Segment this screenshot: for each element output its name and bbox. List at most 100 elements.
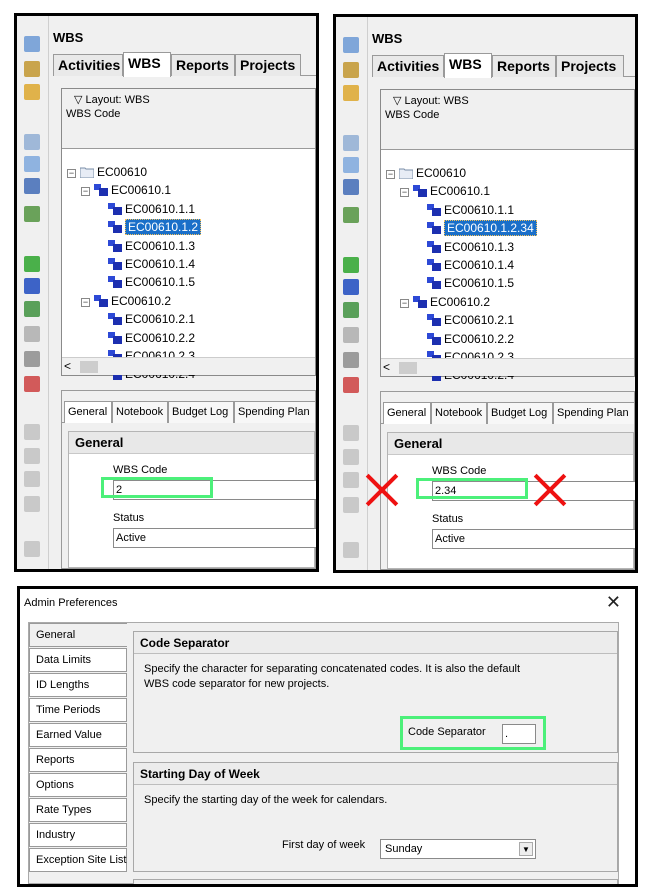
- tree-node[interactable]: EC00610.2.1: [427, 313, 514, 331]
- toolbar-icon[interactable]: [24, 278, 40, 294]
- collapse-icon[interactable]: −: [400, 298, 409, 308]
- nav-item[interactable]: Earned Value: [29, 723, 127, 747]
- tab-general[interactable]: General: [383, 402, 431, 424]
- toolbar-icon[interactable]: [343, 62, 359, 78]
- tree-node[interactable]: EC00610.1.5: [108, 275, 195, 293]
- tree-node[interactable]: EC00610.1.1: [427, 203, 514, 221]
- collapse-icon[interactable]: −: [81, 297, 90, 307]
- tab-general[interactable]: General: [64, 401, 112, 423]
- toolbar-icon[interactable]: [24, 36, 40, 52]
- close-icon[interactable]: ✕: [606, 592, 621, 613]
- tab-notebook[interactable]: Notebook: [112, 401, 168, 423]
- tree-node[interactable]: EC00610.1.1: [108, 202, 195, 220]
- dropdown-arrow-icon[interactable]: ▼: [519, 842, 533, 856]
- toolbar-icon[interactable]: [24, 178, 40, 194]
- horizontal-scrollbar[interactable]: <: [381, 358, 634, 376]
- toolbar-icon[interactable]: [343, 497, 359, 513]
- nav-item[interactable]: Options: [29, 773, 127, 797]
- toolbar-icon[interactable]: [24, 496, 40, 512]
- scroll-left-icon[interactable]: <: [64, 359, 71, 373]
- nav-item[interactable]: Rate Types: [29, 798, 127, 822]
- toolbar-icon[interactable]: [343, 542, 359, 558]
- toolbar-icon[interactable]: [24, 351, 40, 367]
- tree-node[interactable]: EC00610.1.4: [427, 258, 514, 276]
- tree-node[interactable]: EC00610.1: [94, 183, 171, 201]
- tab-spending-plan[interactable]: Spending Plan: [234, 401, 316, 423]
- tree-node[interactable]: EC00610.1.2: [108, 219, 202, 238]
- nav-item[interactable]: Data Limits: [29, 648, 127, 672]
- collapse-icon[interactable]: −: [400, 188, 409, 198]
- status-field[interactable]: Active: [432, 529, 635, 549]
- toolbar-icon[interactable]: [24, 84, 40, 100]
- toolbar-icon[interactable]: [24, 134, 40, 150]
- toolbar-icon[interactable]: [343, 472, 359, 488]
- status-field[interactable]: Active: [113, 528, 316, 548]
- tree-node[interactable]: EC00610.2: [94, 294, 171, 312]
- collapse-icon[interactable]: −: [386, 170, 395, 179]
- toolbar-icon[interactable]: [343, 302, 359, 318]
- toolbar-icon[interactable]: [24, 471, 40, 487]
- tree-node[interactable]: EC00610.2: [413, 295, 490, 313]
- tab-wbs[interactable]: WBS: [444, 53, 492, 78]
- horizontal-scrollbar[interactable]: <: [62, 357, 315, 375]
- toolbar-icon[interactable]: [24, 61, 40, 77]
- tab-budget-log[interactable]: Budget Log: [487, 402, 553, 424]
- nav-item[interactable]: Time Periods: [29, 698, 127, 722]
- nav-item[interactable]: General: [29, 623, 127, 647]
- tab-wbs[interactable]: WBS: [123, 52, 171, 77]
- nav-item[interactable]: Exception Site List: [29, 848, 127, 872]
- toolbar-icon[interactable]: [24, 156, 40, 172]
- layout-selector[interactable]: ▽ Layout: WBS: [66, 93, 315, 106]
- toolbar-icon[interactable]: [24, 541, 40, 557]
- toolbar-icon[interactable]: [343, 327, 359, 343]
- tree-node[interactable]: EC00610: [79, 165, 147, 183]
- tree-node[interactable]: EC00610.2.2: [108, 331, 195, 349]
- tab-budget-log[interactable]: Budget Log: [168, 401, 234, 423]
- tree-node[interactable]: EC00610.1.3: [108, 239, 195, 257]
- scroll-left-icon[interactable]: <: [383, 360, 390, 374]
- toolbar-icon[interactable]: [343, 377, 359, 393]
- toolbar-icon[interactable]: [24, 206, 40, 222]
- toolbar-icon[interactable]: [343, 207, 359, 223]
- tree-node[interactable]: EC00610.2.2: [427, 332, 514, 350]
- tab-projects[interactable]: Projects: [235, 54, 301, 76]
- toolbar-icon[interactable]: [24, 326, 40, 342]
- tab-projects[interactable]: Projects: [556, 55, 624, 77]
- nav-item[interactable]: Reports: [29, 748, 127, 772]
- first-day-select[interactable]: Sunday ▼: [380, 839, 536, 859]
- nav-item[interactable]: Industry: [29, 823, 127, 847]
- tab-notebook[interactable]: Notebook: [431, 402, 487, 424]
- tab-reports[interactable]: Reports: [171, 54, 235, 76]
- toolbar-icon[interactable]: [24, 448, 40, 464]
- layout-selector[interactable]: ▽ Layout: WBS: [385, 94, 634, 107]
- tab-reports[interactable]: Reports: [492, 55, 556, 77]
- tree-node[interactable]: EC00610.1.5: [427, 276, 514, 294]
- toolbar-icon[interactable]: [343, 352, 359, 368]
- toolbar-icon[interactable]: [343, 279, 359, 295]
- toolbar-icon[interactable]: [343, 135, 359, 151]
- scroll-thumb[interactable]: [80, 361, 98, 373]
- toolbar-icon[interactable]: [24, 376, 40, 392]
- tree-node[interactable]: EC00610.2.1: [108, 312, 195, 330]
- toolbar-icon[interactable]: [24, 301, 40, 317]
- toolbar-icon[interactable]: [343, 257, 359, 273]
- toolbar-icon[interactable]: [24, 424, 40, 440]
- tree-node[interactable]: EC00610: [398, 166, 466, 184]
- tree-node[interactable]: EC00610.1: [413, 184, 490, 202]
- tree-node[interactable]: EC00610.1.3: [427, 240, 514, 258]
- toolbar-icon[interactable]: [343, 425, 359, 441]
- toolbar-icon[interactable]: [343, 449, 359, 465]
- toolbar-icon[interactable]: [343, 37, 359, 53]
- toolbar-icon[interactable]: [24, 256, 40, 272]
- collapse-icon[interactable]: −: [67, 169, 76, 178]
- toolbar-icon[interactable]: [343, 85, 359, 101]
- tree-node[interactable]: EC00610.1.4: [108, 257, 195, 275]
- tab-spending-plan[interactable]: Spending Plan: [553, 402, 635, 424]
- tab-activities[interactable]: Activities: [372, 55, 444, 77]
- toolbar-icon[interactable]: [343, 179, 359, 195]
- scroll-thumb[interactable]: [399, 362, 417, 374]
- nav-item[interactable]: ID Lengths: [29, 673, 127, 697]
- tree-node[interactable]: EC00610.1.2.34: [427, 220, 537, 239]
- collapse-icon[interactable]: −: [81, 187, 90, 197]
- toolbar-icon[interactable]: [343, 157, 359, 173]
